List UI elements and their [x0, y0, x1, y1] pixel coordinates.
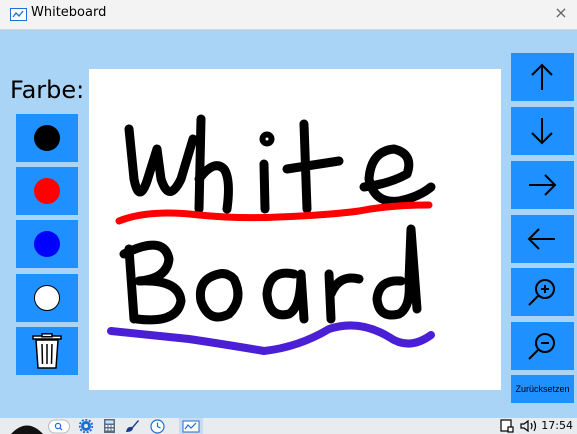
black-swatch: [34, 125, 60, 151]
stroke-letter-i: [259, 159, 270, 214]
stroke-letter-o: [195, 269, 243, 322]
color-black-button[interactable]: [16, 114, 78, 162]
stroke-letter-a: [262, 268, 309, 324]
color-red-button[interactable]: [16, 167, 78, 215]
red-swatch: [34, 178, 60, 204]
zoom-in-button[interactable]: [511, 268, 574, 316]
stroke-letter-e: [359, 144, 436, 206]
clear-button[interactable]: [16, 327, 78, 375]
stroke-red-underline: [115, 201, 433, 225]
volume-icon[interactable]: [519, 419, 541, 433]
zoom-out-button[interactable]: [511, 322, 574, 370]
whiteboard-app-icon: [10, 8, 27, 21]
pan-up-button[interactable]: [511, 53, 574, 101]
settings-icon[interactable]: [79, 419, 93, 433]
white-swatch: [34, 285, 60, 311]
canvas-drawing: [107, 114, 436, 356]
title-bar: Whiteboard ×: [0, 0, 577, 30]
zoom-in-icon: [528, 279, 555, 306]
stroke-dot-i: [259, 131, 275, 147]
arrow-right-icon: [529, 174, 557, 196]
stroke-letter-r: [324, 269, 364, 324]
start-icon[interactable]: [10, 421, 44, 434]
drawing-canvas[interactable]: [89, 69, 501, 390]
trash-icon: [32, 333, 62, 369]
blue-swatch: [34, 231, 60, 257]
arrow-down-icon: [531, 118, 553, 145]
stroke-letter-h: [194, 114, 233, 214]
stroke-letter-w: [124, 124, 198, 197]
zoom-out-icon: [528, 333, 555, 360]
color-blue-button[interactable]: [16, 220, 78, 268]
window-title: Whiteboard: [31, 5, 107, 20]
stroke-letter-t: [282, 119, 344, 214]
arrow-up-icon: [531, 63, 553, 90]
clock-app-icon[interactable]: [150, 419, 165, 434]
reset-view-button[interactable]: Zurücksetzen: [511, 375, 574, 403]
notes-icon[interactable]: [500, 419, 514, 433]
stroke-letter-d: [372, 224, 422, 320]
close-button[interactable]: ×: [551, 3, 571, 23]
taskbar: 17:54: [0, 418, 577, 434]
calculator-icon[interactable]: [104, 419, 115, 433]
clock-text: 17:54: [541, 419, 573, 432]
stroke-letter-b: [119, 240, 186, 325]
whiteboard-taskbar-icon[interactable]: [179, 418, 203, 434]
search-icon[interactable]: [48, 419, 70, 434]
pan-left-button[interactable]: [511, 215, 574, 263]
pan-down-button[interactable]: [511, 107, 574, 155]
paint-icon[interactable]: [125, 419, 140, 433]
arrow-left-icon: [527, 228, 555, 250]
color-white-button[interactable]: [16, 274, 78, 322]
color-label: Farbe:: [10, 76, 85, 104]
stroke-purple-underline: [107, 321, 435, 356]
pan-right-button[interactable]: [511, 161, 574, 209]
